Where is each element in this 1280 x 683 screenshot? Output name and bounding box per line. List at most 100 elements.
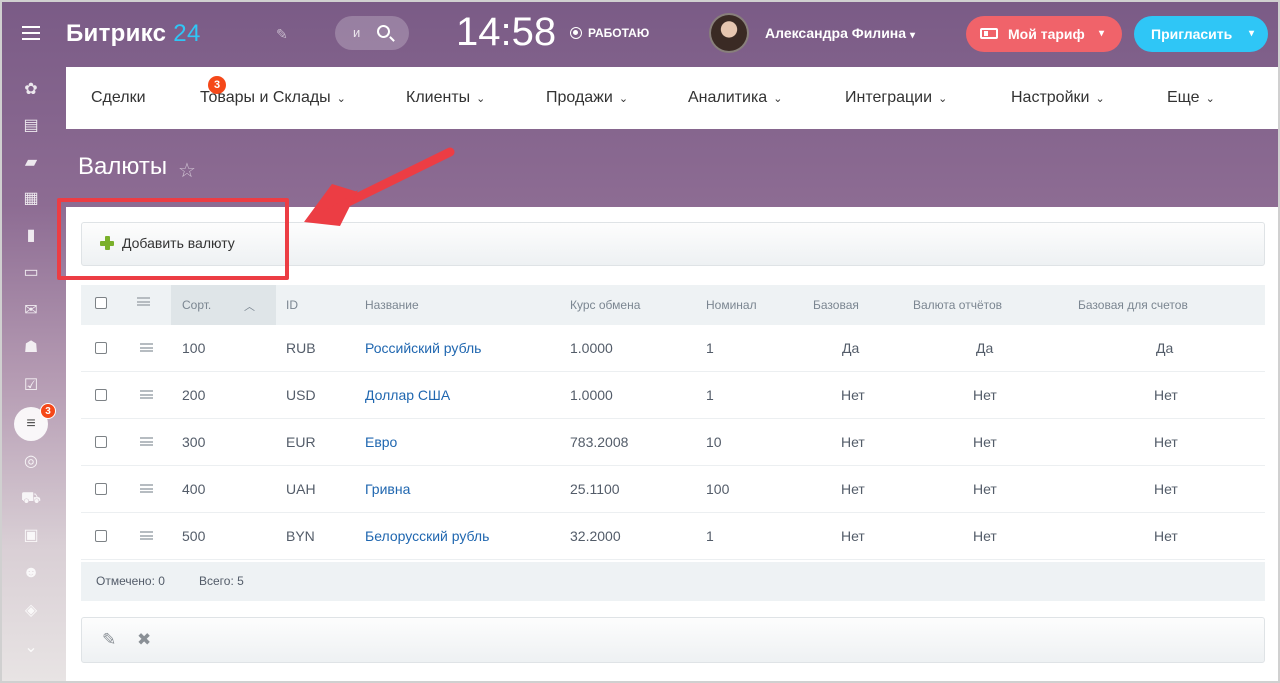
table-row[interactable]: 400 UAH Гривна 25.1100 100 Нет Нет Нет bbox=[81, 466, 1265, 513]
cell-report: Да bbox=[976, 340, 994, 356]
group-icon[interactable]: ☗ bbox=[20, 337, 42, 359]
grid-header: Сорт. ︿ ID Название Курс обмена Номинал … bbox=[81, 285, 1265, 325]
robot-icon[interactable]: ☻ bbox=[20, 562, 42, 584]
col-id[interactable]: ID bbox=[286, 298, 298, 312]
total-count: Всего: 5 bbox=[199, 574, 244, 588]
cell-report: Нет bbox=[973, 528, 997, 544]
battery-icon bbox=[980, 28, 998, 39]
cell-name-link[interactable]: Гривна bbox=[365, 481, 410, 497]
selected-count: Отмечено: 0 bbox=[96, 574, 165, 588]
clock[interactable]: 14:58 bbox=[456, 10, 556, 55]
search-placeholder: и bbox=[353, 25, 361, 40]
drive-icon[interactable]: ▭ bbox=[20, 262, 42, 284]
chat-icon[interactable]: ▰ bbox=[20, 152, 42, 174]
activity-icon[interactable]: ✿ bbox=[20, 79, 42, 101]
cell-nominal: 1 bbox=[706, 387, 714, 403]
nav-item-clients[interactable]: Клиенты ⌄ bbox=[406, 89, 485, 107]
delete-icon[interactable]: ✖ bbox=[137, 630, 151, 650]
row-checkbox[interactable] bbox=[95, 530, 107, 542]
chevron-down-icon: ▾ bbox=[1249, 28, 1255, 39]
work-status[interactable]: РАБОТАЮ bbox=[570, 26, 649, 40]
avatar[interactable] bbox=[709, 13, 749, 53]
crm-icon[interactable]: ≡ 3 bbox=[14, 403, 56, 441]
cell-id: EUR bbox=[286, 434, 316, 450]
chevron-down-icon: ⌄ bbox=[1095, 93, 1105, 105]
col-invoice[interactable]: Базовая для счетов bbox=[1078, 298, 1188, 312]
chevron-down-icon: ⌄ bbox=[773, 93, 783, 105]
cell-name-link[interactable]: Белорусский рубль bbox=[365, 528, 489, 544]
cell-sort: 400 bbox=[182, 481, 206, 497]
cell-base: Нет bbox=[841, 387, 865, 403]
cell-base: Нет bbox=[841, 528, 865, 544]
col-report[interactable]: Валюта отчётов bbox=[913, 298, 1002, 312]
nav-item-deals[interactable]: Сделки bbox=[91, 89, 146, 107]
menu-burger-icon[interactable] bbox=[22, 26, 40, 40]
cell-nominal: 10 bbox=[706, 434, 722, 450]
row-checkbox[interactable] bbox=[95, 436, 107, 448]
row-checkbox[interactable] bbox=[95, 483, 107, 495]
select-all-checkbox[interactable] bbox=[95, 297, 107, 309]
row-checkbox[interactable] bbox=[95, 389, 107, 401]
row-menu-icon[interactable] bbox=[140, 390, 153, 399]
col-sort[interactable]: Сорт. bbox=[182, 298, 211, 312]
star-icon[interactable]: ☆ bbox=[178, 158, 196, 183]
calendar-icon[interactable]: ▦ bbox=[20, 188, 42, 210]
cell-name-link[interactable]: Евро bbox=[365, 434, 397, 450]
nav-item-more[interactable]: Еще ⌄ bbox=[1167, 89, 1215, 107]
table-row[interactable]: 200 USD Доллар США 1.0000 1 Нет Нет Нет bbox=[81, 372, 1265, 419]
user-menu[interactable]: Александра Филина ▾ bbox=[765, 25, 915, 41]
cell-base: Нет bbox=[841, 434, 865, 450]
edit-pencil-icon[interactable]: ✎ bbox=[102, 630, 116, 650]
box-icon[interactable]: ◈ bbox=[20, 600, 42, 622]
row-menu-icon[interactable] bbox=[140, 437, 153, 446]
more-icon[interactable]: ⌄ bbox=[20, 637, 42, 659]
cell-name-link[interactable]: Доллар США bbox=[365, 387, 450, 403]
search-box[interactable]: и bbox=[335, 16, 409, 50]
cell-name-link[interactable]: Российский рубль bbox=[365, 340, 481, 356]
tasks-icon[interactable]: ☑ bbox=[20, 375, 42, 397]
columns-menu-icon[interactable] bbox=[137, 297, 150, 306]
contact-card-icon[interactable]: ▣ bbox=[20, 525, 42, 547]
row-menu-icon[interactable] bbox=[140, 484, 153, 493]
record-icon bbox=[570, 27, 582, 39]
cell-base: Нет bbox=[841, 481, 865, 497]
col-name[interactable]: Название bbox=[365, 298, 419, 312]
goals-icon[interactable]: ◎ bbox=[20, 451, 42, 473]
cell-invoice: Нет bbox=[1154, 481, 1178, 497]
logo[interactable]: Битрикс 24 bbox=[66, 20, 201, 48]
col-rate[interactable]: Курс обмена bbox=[570, 298, 640, 312]
col-base[interactable]: Базовая bbox=[813, 298, 859, 312]
currency-grid: Сорт. ︿ ID Название Курс обмена Номинал … bbox=[81, 285, 1265, 601]
nav-item-products[interactable]: Товары и Склады ⌄ bbox=[200, 89, 346, 107]
top-header: Битрикс 24 ✎ и 14:58 РАБОТАЮ Александра … bbox=[0, 0, 1280, 67]
arrow-icon bbox=[304, 147, 455, 226]
highlight-box bbox=[57, 198, 289, 280]
table-row[interactable]: 300 EUR Евро 783.2008 10 Нет Нет Нет bbox=[81, 419, 1265, 466]
search-icon[interactable] bbox=[377, 25, 390, 38]
mail-icon[interactable]: ✉ bbox=[20, 300, 42, 322]
chevron-down-icon: ⌄ bbox=[618, 93, 629, 105]
cell-report: Нет bbox=[973, 387, 997, 403]
nav-item-sales[interactable]: Продажи ⌄ bbox=[546, 89, 628, 107]
cell-rate: 1.0000 bbox=[570, 387, 613, 403]
table-row[interactable]: 100 RUB Российский рубль 1.0000 1 Да Да … bbox=[81, 325, 1265, 372]
cell-report: Нет bbox=[973, 481, 997, 497]
nav-item-integrations[interactable]: Интеграции ⌄ bbox=[845, 89, 947, 107]
tariff-button[interactable]: Мой тариф ▾ bbox=[966, 16, 1122, 52]
nav-item-analytics[interactable]: Аналитика ⌄ bbox=[688, 89, 782, 107]
pointer-arrow bbox=[304, 147, 455, 226]
document-icon[interactable]: ▮ bbox=[20, 225, 42, 247]
nav-item-settings[interactable]: Настройки ⌄ bbox=[1011, 89, 1105, 107]
row-menu-icon[interactable] bbox=[140, 343, 153, 352]
news-icon[interactable]: ▤ bbox=[20, 115, 42, 137]
col-nominal[interactable]: Номинал bbox=[706, 298, 757, 312]
cell-rate: 32.2000 bbox=[570, 528, 621, 544]
cell-invoice: Нет bbox=[1154, 528, 1178, 544]
row-menu-icon[interactable] bbox=[140, 531, 153, 540]
invite-button[interactable]: Пригласить ▾ bbox=[1134, 16, 1268, 52]
row-checkbox[interactable] bbox=[95, 342, 107, 354]
chevron-up-icon[interactable]: ︿ bbox=[244, 298, 255, 314]
table-row[interactable]: 500 BYN Белорусский рубль 32.2000 1 Нет … bbox=[81, 513, 1265, 560]
edit-pencil-icon[interactable]: ✎ bbox=[276, 26, 288, 43]
cart-icon[interactable]: ⛟ bbox=[20, 488, 42, 510]
